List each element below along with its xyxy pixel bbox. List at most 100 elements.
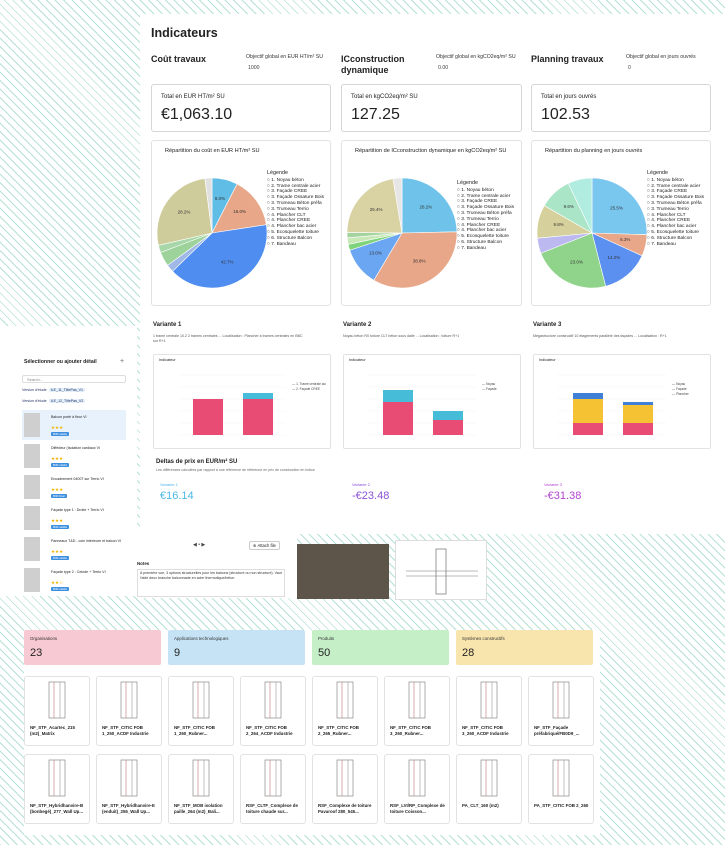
bar-segment[interactable] [623, 405, 653, 423]
stat-card[interactable]: Produits 50 [312, 630, 449, 665]
product-tile[interactable]: NF_STF_CITIC FOB 1_250_ACDF Industrie [96, 676, 162, 746]
product-drawing [480, 681, 498, 719]
product-tile[interactable]: RSF_LVI/RP_Complexe de toiture Coisson..… [384, 754, 450, 824]
ic-objective-label: Objectif global en kgCO2eq/m² SU [436, 54, 516, 60]
add-icon[interactable]: + [120, 358, 124, 365]
delta-3-label: Variante 3 [544, 482, 562, 487]
pie-slice-label: 16.0% [233, 209, 246, 214]
bar-segment[interactable] [383, 390, 413, 402]
pie-slice-label: 8.0% [215, 196, 225, 201]
product-tile[interactable]: PA_CLT_160 (m2) [456, 754, 522, 824]
legend-title: Légende [267, 170, 288, 176]
product-drawing [264, 681, 282, 719]
product-tile[interactable]: NF_STF_Hybridhanvire-B (bonbegé)_277_Wal… [24, 754, 90, 824]
planning-objective-value[interactable]: 0 [628, 65, 631, 71]
legend-item[interactable]: ○ 3. Trumeau Béton préfa [457, 211, 514, 217]
search-input[interactable]: Search... [22, 375, 126, 383]
notes-title: Notes [137, 561, 150, 566]
version-row-1[interactable]: Version d'étude ILE_11_TiltePas_V1 [22, 388, 86, 392]
variante-1-desc: 1 trame centrale 10.2 2 trames centrales… [153, 334, 303, 343]
legend-item[interactable]: ○ 7. Bandeau [457, 246, 514, 252]
bar-segment[interactable] [243, 393, 273, 399]
product-tile[interactable]: NF_STF_CITIC FOB 2_264_ACDF Industrie [240, 676, 306, 746]
product-name: NF_STF_CITIC FOB 1_250_ACDF Industrie [102, 725, 149, 736]
stat-card[interactable]: Systèmes constructifs 28 [456, 630, 593, 665]
product-tile[interactable]: NF_STF_CITIC FOB 2_265_Rubner... [312, 676, 378, 746]
product-name: NF_STF_CITIC FOB 3_260_ACDF Industrie [462, 725, 509, 736]
legend-item[interactable]: ○ 7. Bandeau [267, 242, 324, 248]
version-row-2[interactable]: Version d'étude ILE_12_TiltePas_V2 [22, 399, 86, 403]
bar-segment[interactable] [243, 399, 273, 435]
stat-value: 23 [30, 647, 43, 659]
product-name: NF_STF_MOB isolation paille_264 (m2)_Bal… [174, 803, 223, 814]
planning-objective-label: Objectif global en jours ouvrés [626, 54, 696, 60]
rating-stars: ★★★ [51, 456, 64, 461]
detail-list-item[interactable]: Balcon porté à fleur VI ★★★ BIM validé [22, 410, 126, 440]
product-tile[interactable]: NF_STF_CITIC FOB 3_260_ACDF Industrie [456, 676, 522, 746]
detail-notes-panel: ◀ • ▶ ⊕ Attach file Notes A première vue… [137, 528, 297, 598]
variante-1-title: Variante 1 [153, 322, 182, 328]
bar-segment[interactable] [383, 402, 413, 435]
product-tile[interactable]: NF_STF_Hybridhanvire-E (enduit)_255_Wall… [96, 754, 162, 824]
bar-segment[interactable] [623, 402, 653, 405]
legend-item[interactable]: ○ 7. Bandeau [647, 242, 704, 248]
bar-segment[interactable] [573, 399, 603, 423]
delta-1-value: €16.14 [160, 490, 194, 502]
product-tile[interactable]: NF_STF_CITIC FOB 3_260_Rubner... [384, 676, 450, 746]
legend-item[interactable]: ○ 3. Trumeau Béton préfa [267, 201, 324, 207]
product-name: NF_STF_CITIC FOB 1_260_Rubner... [174, 725, 215, 736]
planning-pie-chart: 25.5% 6.3% 14.2% 23.0% 9.8% 9.6% [536, 177, 648, 289]
pie-slice-label: 28.2% [178, 210, 191, 215]
version-label: Version d'étude [22, 399, 47, 403]
bar-segment[interactable] [193, 399, 223, 435]
detail-list-item[interactable]: Façade type 1 : Droite + Terrio VI ★★★ BIM… [22, 503, 126, 533]
legend-item[interactable]: ○ 5. Ecosquelette toiture [267, 230, 324, 236]
product-name: RSF_LVI/RP_Complexe de toiture Coisson..… [390, 803, 445, 814]
product-tile[interactable]: NF_STF_CITIC FOB 1_260_Rubner... [168, 676, 234, 746]
stat-label: Organisations [30, 636, 58, 641]
detail-list-item[interactable]: Panneaux T&D - coin intérieure et balcon… [22, 534, 126, 564]
notes-textarea[interactable]: A première vue, 3 options structurelles … [137, 569, 285, 597]
product-drawing [336, 759, 354, 797]
variante-2-bar-chart: — Noyau— Façade [368, 374, 497, 436]
product-tile[interactable]: NF_STF_Acartec_215 (m2)_Matrix [24, 676, 90, 746]
detail-thumbnail [24, 506, 40, 530]
image-pager[interactable]: ◀ • ▶ [193, 542, 205, 548]
cost-pie-chart: 8.0% 16.0% 42.7% 28.2% [156, 177, 268, 289]
bar-segment[interactable] [573, 423, 603, 435]
product-tile[interactable]: NF_STF_Façade préfabriqué/FB0D9_... [528, 676, 594, 746]
pie-slice-label: 23.0% [570, 259, 583, 264]
status-tag: BIM validé [51, 432, 70, 436]
deltas-title: Deltas de prix en EUR/m² SU [156, 459, 238, 465]
detail-list-item[interactable]: Façade type 2 : Ceinde + Terrio VI ★★☆ BIM… [22, 565, 126, 595]
product-tile[interactable]: RSF_Complexe de toiture Pavaroof 280_545… [312, 754, 378, 824]
status-tag: BIM validé [51, 556, 70, 560]
ic-objective-value[interactable]: 0.00 [438, 65, 448, 71]
status-tag: BIM validé [51, 463, 70, 467]
detail-list-item[interactable]: Diffédeur (Isolation cardiaux VI ★★★ BIM v… [22, 441, 126, 471]
ic-title: ICconstruction dynamique [341, 54, 405, 75]
product-drawing [408, 681, 426, 719]
delta-3-value: -€31.38 [544, 490, 582, 502]
detail-selector-panel: Sélectionner ou ajouter détail + Search.… [0, 326, 137, 596]
product-tile[interactable]: NF_STF_MOB isolation paille_264 (m2)_Bal… [168, 754, 234, 824]
cost-pie-card: Répartition du coût en EUR HT/m² SU 8.0%… [151, 140, 331, 306]
bar-segment[interactable] [433, 420, 463, 435]
pie-slice-label: 25.4% [370, 207, 383, 212]
bar-segment[interactable] [623, 423, 653, 435]
cost-kpi-value: €1,063.10 [161, 106, 233, 123]
stat-value: 28 [462, 647, 475, 659]
product-drawing [48, 759, 66, 797]
attach-file-button[interactable]: ⊕ Attach file [249, 541, 280, 550]
stat-card[interactable]: Organisations 23 [24, 630, 161, 665]
bar-segment[interactable] [433, 411, 463, 420]
cost-objective-value[interactable]: 1000 [248, 65, 260, 71]
pie-slice-label: 13.0% [369, 250, 382, 255]
detail-list-item[interactable]: Encadrement 0400T sur Terrio VI ★★★ BIM fi… [22, 472, 126, 502]
product-tile[interactable]: PA_STF_CITIC FOB 2_260 [528, 754, 594, 824]
bar-segment[interactable] [573, 393, 603, 399]
stat-card[interactable]: Applications technologiques 9 [168, 630, 305, 665]
product-tile[interactable]: RSF_CLTF_Complexe de toiture chaude sur.… [240, 754, 306, 824]
legend-item[interactable]: ○ 3. Trumeau Béton préfa [647, 201, 704, 207]
legend-item[interactable]: ○ 5. Ecosquelette toiture [647, 230, 704, 236]
